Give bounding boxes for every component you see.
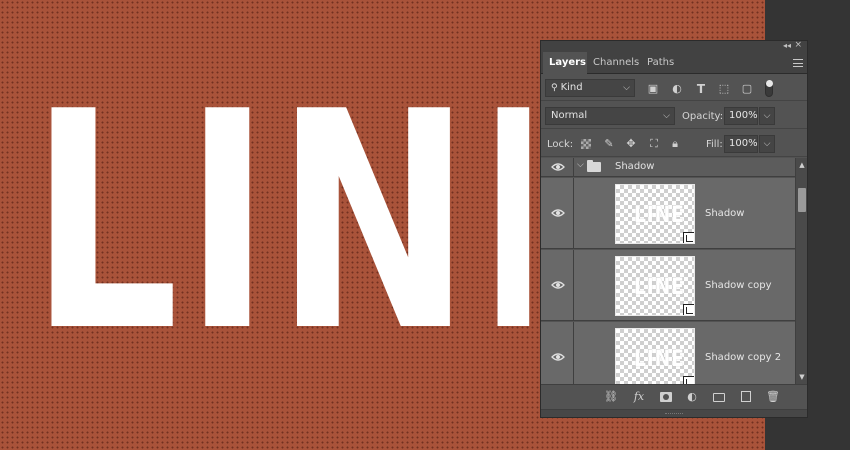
canvas-text-line: LINE xyxy=(30,98,529,348)
lock-all-icon[interactable]: 🔒︎ xyxy=(667,136,683,152)
smart-object-badge-icon xyxy=(683,232,694,243)
folder-icon xyxy=(587,160,601,172)
smart-object-badge-icon xyxy=(683,376,694,384)
filter-kind-label: Kind xyxy=(560,82,583,93)
tab-paths[interactable]: Paths xyxy=(641,52,679,74)
filter-pixel-layers-icon[interactable]: ▣ xyxy=(645,81,661,97)
layer-thumbnail[interactable]: LINE xyxy=(615,184,695,244)
collapse-panel-icon[interactable]: ◂◂ xyxy=(783,41,791,50)
fill-label: Fill: xyxy=(706,139,723,150)
lock-transparent-pixels-icon[interactable] xyxy=(578,136,594,152)
fill-chevron-icon[interactable]: ⌵ xyxy=(759,135,775,153)
layer-name[interactable]: Shadow xyxy=(705,208,744,219)
thumbnail-text: LINE xyxy=(634,275,685,300)
lock-artboard-icon[interactable]: ⛶ xyxy=(646,136,662,152)
filter-shape-layers-icon[interactable]: ⬚ xyxy=(716,81,732,97)
smart-object-badge-icon xyxy=(683,304,694,315)
lock-position-icon[interactable]: ✥ xyxy=(623,136,639,152)
layer-thumbnail[interactable]: LINE xyxy=(615,256,695,316)
visibility-eye-icon[interactable] xyxy=(551,352,565,362)
chevron-down-icon: ⌵ xyxy=(623,83,630,93)
visibility-eye-icon[interactable] xyxy=(551,162,565,172)
thumbnail-text: LINE xyxy=(634,203,685,228)
opacity-chevron-icon[interactable]: ⌵ xyxy=(759,107,775,125)
layers-panel: ◂◂ × Layers Channels Paths ⚲ Kind ⌵ ▣ ◐ T… xyxy=(540,40,808,418)
link-layers-icon[interactable]: ⛓ xyxy=(603,389,619,405)
panel-resize-grip[interactable] xyxy=(541,409,807,417)
filter-smart-objects-icon[interactable]: ▢ xyxy=(739,81,755,97)
opacity-label: Opacity: xyxy=(682,111,724,122)
new-group-icon[interactable] xyxy=(711,389,727,405)
thumbnail-text: LINE xyxy=(634,347,685,372)
blend-mode-dropdown[interactable]: Normal ⌵ xyxy=(545,107,675,125)
layer-group-row[interactable]: ⌵ Shadow xyxy=(541,158,795,177)
layer-name[interactable]: Shadow copy 2 xyxy=(705,352,781,363)
filter-type-layers-icon[interactable]: T xyxy=(693,81,709,97)
chevron-down-icon: ⌵ xyxy=(663,111,670,121)
scroll-up-arrow-icon[interactable]: ▲ xyxy=(796,158,808,172)
layer-name[interactable]: Shadow copy xyxy=(705,280,772,291)
blend-options-bar: Normal ⌵ Opacity: 100% ⌵ xyxy=(541,102,807,129)
group-name: Shadow xyxy=(615,161,655,172)
tab-channels[interactable]: Channels xyxy=(587,52,639,74)
filter-kind-dropdown[interactable]: ⚲ Kind ⌵ xyxy=(545,79,635,97)
layer-row[interactable]: LINE Shadow copy xyxy=(541,250,795,321)
lock-label: Lock: xyxy=(547,139,574,150)
tab-layers[interactable]: Layers xyxy=(543,52,587,74)
filter-toggle-switch[interactable] xyxy=(765,80,773,97)
layer-list: ⌵ Shadow LINE Shadow LINE Shadow copy LI… xyxy=(541,158,795,384)
lock-options-bar: Lock: ✎ ✥ ⛶ 🔒︎ Fill: 100% ⌵ xyxy=(541,130,807,157)
layer-filter-bar: ⚲ Kind ⌵ ▣ ◐ T ⬚ ▢ xyxy=(541,75,807,101)
panel-title-bar[interactable]: ◂◂ × xyxy=(541,40,807,52)
panel-menu-icon[interactable] xyxy=(793,59,803,67)
add-layer-mask-icon[interactable] xyxy=(658,389,674,405)
layer-style-fx-icon[interactable]: fx xyxy=(631,389,647,405)
new-layer-icon[interactable] xyxy=(738,389,754,405)
close-panel-icon[interactable]: × xyxy=(794,40,802,50)
layer-row[interactable]: LINE Shadow xyxy=(541,178,795,249)
search-icon: ⚲ xyxy=(551,83,558,93)
panel-footer-toolbar: ⛓ fx ◐ 🗑︎ xyxy=(541,384,807,408)
fill-input[interactable]: 100% xyxy=(724,135,758,153)
visibility-eye-icon[interactable] xyxy=(551,208,565,218)
layer-row[interactable]: LINE Shadow copy 2 xyxy=(541,322,795,384)
group-expand-chevron-icon[interactable]: ⌵ xyxy=(577,160,584,170)
scroll-down-arrow-icon[interactable]: ▼ xyxy=(796,370,808,384)
layer-thumbnail[interactable]: LINE xyxy=(615,328,695,384)
panel-tabs: Layers Channels Paths xyxy=(541,52,807,74)
visibility-eye-icon[interactable] xyxy=(551,280,565,290)
scrollbar-thumb[interactable] xyxy=(798,188,806,212)
delete-layer-icon[interactable]: 🗑︎ xyxy=(765,389,781,405)
blend-mode-value: Normal xyxy=(551,110,588,121)
filter-adjustment-layers-icon[interactable]: ◐ xyxy=(669,81,685,97)
new-adjustment-layer-icon[interactable]: ◐ xyxy=(684,389,700,405)
lock-image-pixels-icon[interactable]: ✎ xyxy=(601,136,617,152)
layer-list-scrollbar[interactable]: ▲ ▼ xyxy=(795,158,807,384)
opacity-input[interactable]: 100% xyxy=(724,107,758,125)
